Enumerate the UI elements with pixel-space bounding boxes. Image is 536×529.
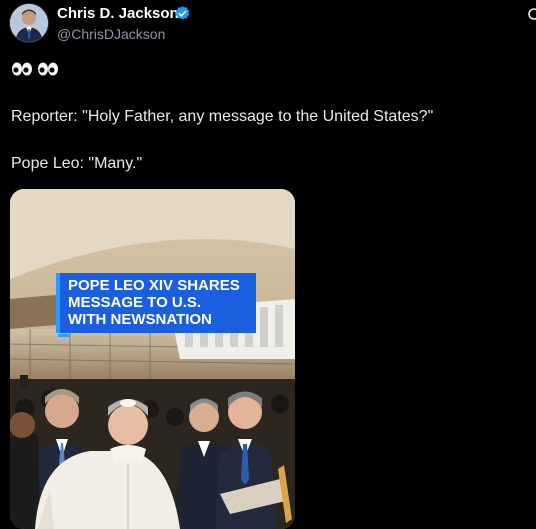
tweet: Chris D. Jackson @ChrisDJackson Reporter…	[0, 0, 536, 529]
headline-line-3: WITH NEWSNATION	[68, 311, 212, 328]
post-text-line-2: Pope Leo: "Many."	[11, 155, 143, 172]
headline-line-1: POPE LEO XIV SHARES	[68, 277, 240, 294]
headline-accent-mark	[58, 334, 70, 337]
avatar[interactable]	[9, 3, 49, 43]
verified-badge-icon	[174, 5, 191, 22]
grok-icon[interactable]	[526, 6, 536, 22]
author-handle[interactable]: @ChrisDJackson	[57, 26, 165, 42]
video-scene	[10, 189, 295, 529]
eyes-emoji-icon	[11, 61, 61, 77]
author-display-name[interactable]: Chris D. Jackson	[57, 5, 179, 22]
video-thumbnail[interactable]: POPE LEO XIV SHARES MESSAGE TO U.S. WITH…	[10, 189, 295, 529]
post-text-line-1: Reporter: "Holy Father, any message to t…	[11, 108, 434, 125]
news-headline-banner: POPE LEO XIV SHARES MESSAGE TO U.S. WITH…	[56, 273, 256, 337]
headline-line-2: MESSAGE TO U.S.	[68, 294, 202, 311]
